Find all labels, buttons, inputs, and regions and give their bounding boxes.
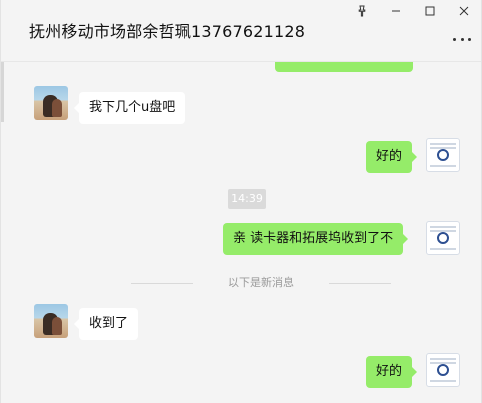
avatar-line <box>430 358 456 360</box>
my-avatar[interactable] <box>426 353 460 387</box>
divider-line <box>329 283 391 284</box>
divider-line <box>131 283 193 284</box>
maximize-icon[interactable] <box>413 0 447 22</box>
message-bubble-right[interactable]: 亲 读卡器和拓展坞收到了不 <box>223 223 409 255</box>
message-list[interactable]: 我下几个u盘吧 好的 14:39 亲 读卡器和拓展坞收到了不 以下是新消息 收到… <box>1 62 481 403</box>
more-icon[interactable] <box>453 34 471 44</box>
avatar-figure <box>52 99 62 117</box>
message-text: 我下几个u盘吧 <box>89 100 176 115</box>
message-bubble-left[interactable]: 收到了 <box>73 308 139 340</box>
avatar-line <box>430 165 456 167</box>
avatar-circle <box>437 364 449 376</box>
previous-message-bubble[interactable] <box>275 62 413 72</box>
minimize-icon[interactable] <box>379 0 413 22</box>
avatar-circle <box>437 149 449 161</box>
divider-text: 以下是新消息 <box>228 276 294 289</box>
chat-title: 抚州移动市场部余哲珮13767621128 <box>29 22 306 41</box>
more-dot <box>460 37 464 41</box>
avatar-figure <box>52 317 62 335</box>
scrollbar-thumb[interactable] <box>1 62 4 122</box>
close-icon[interactable] <box>447 0 481 22</box>
message-text: 好的 <box>376 149 403 164</box>
message-text: 亲 读卡器和拓展坞收到了不 <box>233 231 394 246</box>
more-dot <box>453 37 456 41</box>
chat-window: 抚州移动市场部余哲珮13767621128 我下几个u盘吧 好的 14:39 亲… <box>0 0 482 403</box>
message-bubble-left[interactable]: 我下几个u盘吧 <box>73 92 186 124</box>
avatar-line <box>430 143 456 145</box>
window-controls <box>345 0 481 22</box>
message-text: 收到了 <box>89 316 129 331</box>
my-avatar[interactable] <box>426 221 460 255</box>
avatar-line <box>430 380 456 382</box>
contact-avatar[interactable] <box>34 86 68 120</box>
avatar-line <box>430 248 456 250</box>
avatar-line <box>430 226 456 228</box>
message-bubble-right[interactable]: 好的 <box>366 141 418 173</box>
timestamp-badge: 14:39 <box>228 189 266 209</box>
message-bubble-right[interactable]: 好的 <box>366 356 418 388</box>
avatar-circle <box>437 232 449 244</box>
message-text: 好的 <box>376 364 403 379</box>
new-messages-divider: 以下是新消息 <box>131 276 391 290</box>
my-avatar[interactable] <box>426 138 460 172</box>
contact-avatar[interactable] <box>34 304 68 338</box>
pin-icon[interactable] <box>345 0 379 22</box>
more-dot <box>468 37 471 41</box>
chat-header: 抚州移动市场部余哲珮13767621128 <box>1 0 481 62</box>
